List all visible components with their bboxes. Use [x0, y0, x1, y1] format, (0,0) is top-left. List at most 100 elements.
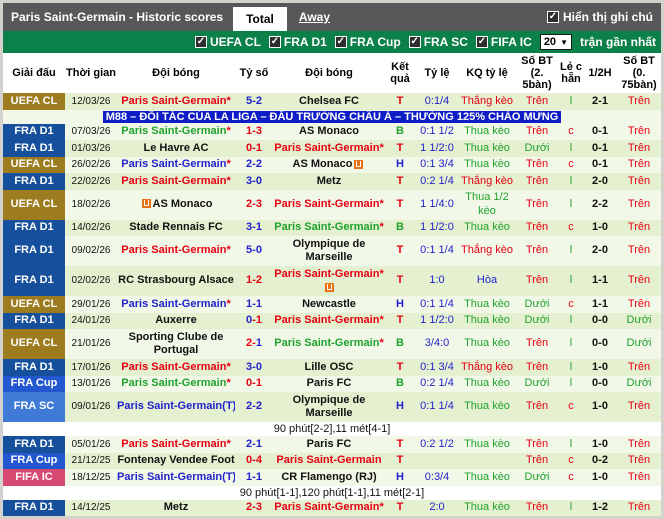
- ad-banner-row: M88 – ĐỐI TÁC CỦA LA LIGA – ĐẤU TRƯỜNG C…: [3, 109, 661, 124]
- odd-even: c: [568, 400, 574, 413]
- half-time-score: 0-1: [592, 158, 608, 170]
- match-result: H: [396, 400, 404, 413]
- home-team: Paris Saint-Germain*: [117, 124, 235, 141]
- show-notes-toggle[interactable]: Hiển thị ghi chú: [547, 10, 661, 24]
- team-name: Metz: [316, 174, 342, 187]
- match-result: T: [396, 501, 404, 513]
- filter-uefa-cl[interactable]: UEFA CL: [195, 35, 261, 49]
- ad-banner-link[interactable]: M88 – ĐỐI TÁC CỦA LA LIGA – ĐẤU TRƯỜNG C…: [102, 110, 562, 123]
- handicap-odds: 1 1/2:0: [420, 141, 454, 154]
- match-result: H: [396, 158, 404, 170]
- handicap-odds: 0:1 3/4: [420, 158, 454, 170]
- home-team: Paris Saint-Germain*: [117, 173, 235, 190]
- column-header: Kết quả: [385, 53, 415, 93]
- away-score: 3: [255, 125, 262, 137]
- away-team: Newcastle: [273, 296, 385, 313]
- handicap-odds: 0:2 1/2: [420, 437, 454, 450]
- match-result: T: [396, 454, 404, 466]
- filter-fifa-ic[interactable]: FIFA IC: [475, 35, 532, 49]
- home-team: Paris Saint-Germain*: [117, 157, 235, 174]
- checkbox-checked-icon[interactable]: [547, 11, 559, 23]
- handicap-result: Thua kèo: [464, 337, 510, 350]
- checkbox-checked-icon[interactable]: [408, 36, 421, 48]
- over-under-0-75: Trên: [627, 174, 651, 187]
- handicap-result: [459, 453, 515, 470]
- over-under-2-5: Trên: [525, 244, 549, 257]
- chevron-down-icon: [560, 36, 568, 48]
- over-under-0-75: Trên: [627, 297, 651, 310]
- filter-fra-cup[interactable]: FRA Cup: [334, 35, 401, 49]
- handicap-result: Thắng kèo: [461, 360, 513, 373]
- match-result: T: [396, 174, 404, 187]
- match-result: B: [396, 221, 404, 233]
- team-star-mark: *: [226, 437, 231, 450]
- away-score: 1: [255, 141, 262, 154]
- over-under-0-75: Trên: [627, 274, 651, 287]
- table-body: UEFA CL 12/03/26 Paris Saint-Germain* 5-2 Ch…: [3, 93, 661, 517]
- team-name: Paris Saint-Germain: [274, 337, 380, 350]
- table-row: UEFA CL 26/02/26 Paris Saint-Germain* 2-2 AS…: [3, 156, 661, 174]
- match-score: 2-3: [235, 190, 273, 220]
- away-team: Chelsea FC: [273, 93, 385, 110]
- checkbox-checked-icon[interactable]: [195, 36, 208, 48]
- handicap-result: Thua kèo: [464, 141, 510, 154]
- team-name: Paris Saint-Germain: [274, 221, 380, 233]
- over-under-0-75: Dưới: [626, 377, 652, 389]
- over-under-2-5: Trên: [525, 174, 549, 187]
- match-result: T: [396, 141, 404, 154]
- match-score: 2-3: [235, 500, 273, 517]
- column-header: KQ tỷ lệ: [459, 53, 515, 93]
- team-name: Paris Saint-Germain: [276, 454, 382, 466]
- away-score: 3: [255, 501, 262, 513]
- column-header: Đội bóng: [117, 53, 235, 93]
- match-note-text: 90 phút[1-1],120 phút[1-1],11 mét[2-1]: [3, 485, 661, 500]
- over-under-2-5: Trên: [525, 437, 549, 450]
- filter-fra-d1[interactable]: FRA D1: [268, 35, 327, 49]
- tab-away[interactable]: Away: [287, 10, 342, 24]
- match-note-row: 90 phút[2-2],11 mét[4-1]: [3, 422, 661, 436]
- match-score: 5-2: [235, 93, 273, 110]
- league-badge: FIFA IC: [3, 469, 65, 486]
- match-result: B: [396, 337, 404, 350]
- over-under-0-75: Dưới: [626, 337, 652, 350]
- match-note-row: 90 phút[1-1],120 phút[1-1],11 mét[2-1]: [3, 485, 661, 500]
- team-name: Newcastle: [302, 297, 356, 310]
- table-row: UEFA CL 29/01/26 Paris Saint-Germain* 1-1 Ne…: [3, 296, 661, 313]
- over-under-2-5: Trên: [525, 360, 549, 373]
- team-note-icon: [324, 282, 334, 292]
- checkbox-checked-icon[interactable]: [475, 36, 488, 48]
- league-badge: FRA D1: [3, 236, 65, 266]
- odd-even: l: [569, 314, 573, 326]
- odd-even: l: [569, 274, 573, 287]
- column-header: Số BT (2. 5bàn): [515, 53, 559, 93]
- team-name: Chelsea FC: [299, 94, 359, 107]
- team-name: Metz: [163, 501, 189, 513]
- away-team: Paris FC: [273, 376, 385, 393]
- table-row: FRA SC 09/01/26 Paris Saint-Germain(T)*2-2…: [3, 392, 661, 422]
- handicap-odds: 2:0: [429, 501, 445, 513]
- filter-fra-sc[interactable]: FRA SC: [408, 35, 468, 49]
- tab-total[interactable]: Total: [233, 7, 287, 31]
- handicap-result: Thắng kèo: [461, 94, 513, 107]
- checkbox-checked-icon[interactable]: [268, 36, 281, 48]
- over-under-2-5: Dưới: [524, 470, 550, 483]
- handicap-odds: 0:1 1/4: [420, 297, 454, 310]
- filter-label: FIFA IC: [490, 35, 532, 49]
- over-under-2-5: Trên: [525, 125, 549, 137]
- handicap-result: Thua kèo: [464, 221, 510, 233]
- table-row: FRA Cup 13/01/26 Paris Saint-Germain* 0-1 Pa…: [3, 375, 661, 393]
- match-score: 3-0: [235, 359, 273, 376]
- league-badge: FRA Cup: [3, 452, 65, 469]
- table-row: FRA D1 07/03/26 Paris Saint-Germain* 1-3 AS …: [3, 123, 661, 141]
- show-notes-label: Hiển thị ghi chú: [563, 10, 653, 24]
- filter-label: FRA D1: [283, 35, 327, 49]
- match-date: 13/01/26: [71, 378, 111, 389]
- checkbox-checked-icon[interactable]: [334, 36, 347, 48]
- table-row: FRA D1 01/03/26 Le Havre AC 0-1 Paris Saint-…: [3, 140, 661, 157]
- half-time-score: 1-0: [592, 437, 608, 450]
- odd-even: c: [568, 125, 574, 137]
- league-badge: FRA D1: [3, 312, 65, 329]
- match-note-text: 90 phút[2-2],11 mét[4-1]: [3, 422, 661, 436]
- away-score: 4: [255, 454, 262, 466]
- matches-count-select[interactable]: 20: [539, 34, 572, 50]
